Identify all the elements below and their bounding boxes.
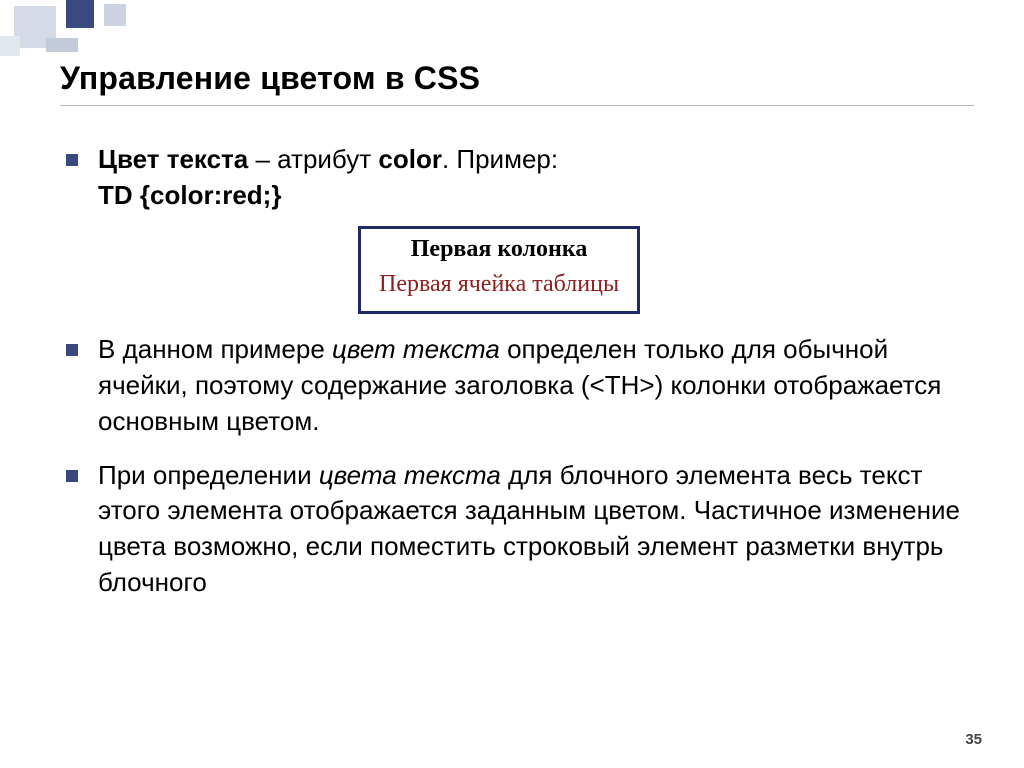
slide-body: Управление цветом в CSS Цвет текста – ат… (0, 0, 1024, 639)
slide-title: Управление цветом в CSS (60, 60, 974, 97)
text: При определении (98, 460, 319, 490)
table-data-cell: Первая ячейка таблицы (379, 268, 619, 301)
bullet-explanation-block: При определении цвета текста для блочног… (60, 458, 974, 602)
table-header-cell: Первая колонка (379, 233, 619, 268)
text: – атрибут (248, 144, 378, 174)
bullet-list: Цвет текста – атрибут color. Пример: TD … (60, 142, 974, 601)
italic-text-color: цвета текста (319, 460, 501, 490)
table-example-box: Первая колонка Первая ячейка таблицы (358, 226, 640, 314)
page-number: 35 (965, 731, 982, 748)
deco-square (66, 0, 94, 28)
bullet-text-color: Цвет текста – атрибут color. Пример: TD … (60, 142, 974, 314)
text: . Пример: (442, 144, 558, 174)
bullet-explanation-scope: В данном примере цвет текста определен т… (60, 332, 974, 440)
bullet-line: Цвет текста – атрибут color. Пример: (98, 142, 974, 178)
deco-square (0, 36, 20, 56)
text-color-label: Цвет текста (98, 144, 248, 174)
text: В данном примере (98, 334, 332, 364)
css-example-code: TD {color:red;} (98, 178, 974, 214)
corner-decoration (0, 0, 160, 60)
title-separator (60, 105, 974, 106)
table-example-wrap: Первая колонка Первая ячейка таблицы (358, 226, 974, 314)
deco-square (46, 38, 78, 52)
color-attr-label: color (378, 144, 442, 174)
italic-text-color: цвет текста (332, 334, 500, 364)
deco-square (104, 4, 126, 26)
